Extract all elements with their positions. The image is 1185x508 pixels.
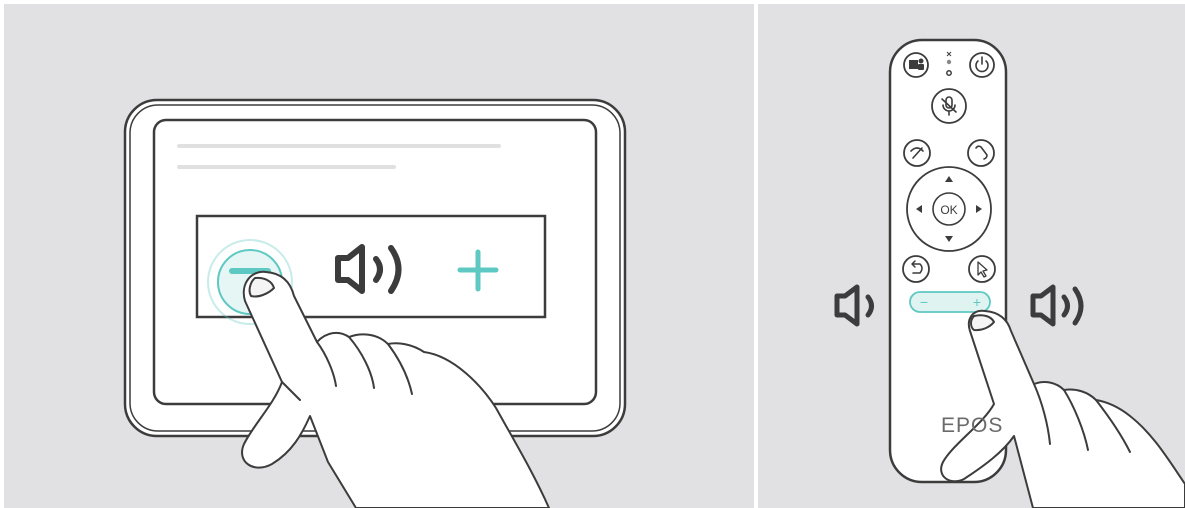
teams-icon xyxy=(909,58,924,70)
touch-panel-drawing xyxy=(123,98,627,508)
cursor-button[interactable] xyxy=(968,255,996,283)
microphone-mute-button[interactable] xyxy=(931,88,967,124)
remote-scene: OK − + EPOS xyxy=(758,4,1185,508)
illustration: OK − + EPOS xyxy=(0,0,1185,508)
hang-up-button[interactable] xyxy=(903,139,931,167)
call-button[interactable] xyxy=(967,139,995,167)
volume-plus-label[interactable]: + xyxy=(973,294,981,310)
navigation-pad[interactable]: OK xyxy=(906,166,992,252)
ok-button[interactable]: OK xyxy=(932,192,966,226)
brand-logo: EPOS xyxy=(941,414,1004,437)
ok-label: OK xyxy=(940,203,957,217)
volume-minus-label[interactable]: − xyxy=(920,294,928,310)
volume-rocker[interactable]: − + xyxy=(909,291,991,313)
back-button[interactable] xyxy=(902,255,930,283)
touch-panel-scene xyxy=(4,4,754,508)
teams-button[interactable] xyxy=(903,52,929,78)
speaker-high-icon xyxy=(1030,284,1084,327)
speaker-low-icon xyxy=(834,284,874,327)
power-button[interactable] xyxy=(969,52,995,78)
